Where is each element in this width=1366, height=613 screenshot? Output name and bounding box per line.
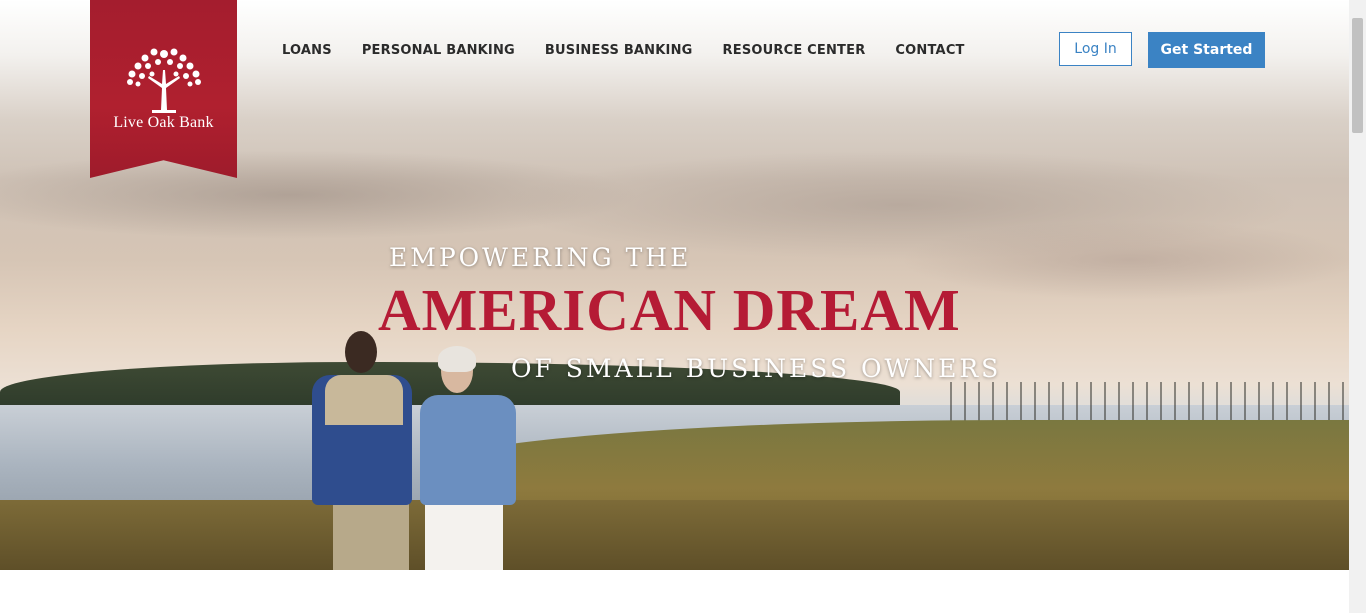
- marsh-grass: [0, 500, 1349, 570]
- login-button[interactable]: Log In: [1059, 32, 1132, 66]
- main-nav: LOANS PERSONAL BANKING BUSINESS BANKING …: [282, 43, 995, 58]
- hero-headline-main: AMERICAN DREAM: [378, 277, 961, 343]
- nav-item-resource-center[interactable]: RESOURCE CENTER: [723, 43, 866, 58]
- cloud: [900, 220, 1349, 300]
- page-scrollbar[interactable]: [1349, 0, 1366, 613]
- scrollbar-thumb[interactable]: [1352, 18, 1363, 133]
- person-woman: [420, 395, 516, 505]
- nav-item-personal-banking[interactable]: PERSONAL BANKING: [362, 43, 515, 58]
- person-man: [333, 500, 409, 570]
- nav-item-loans[interactable]: LOANS: [282, 43, 332, 58]
- hero-headline-line3: OF SMALL BUSINESS OWNERS: [511, 354, 1002, 383]
- person-man: [345, 331, 377, 373]
- nav-item-business-banking[interactable]: BUSINESS BANKING: [545, 43, 693, 58]
- live-oak-bank-logo[interactable]: Live Oak Bank: [90, 0, 237, 178]
- person-woman: [425, 500, 503, 570]
- person-woman: [438, 346, 476, 372]
- hero-headline-line1: EMPOWERING THE: [389, 243, 692, 272]
- logo-wordmark: Live Oak Bank: [113, 114, 214, 131]
- oak-tree-icon: [127, 48, 201, 113]
- get-started-button[interactable]: Get Started: [1148, 32, 1265, 68]
- dock-posts: [950, 382, 1349, 422]
- person-man: [325, 375, 403, 425]
- nav-item-contact[interactable]: CONTACT: [895, 43, 964, 58]
